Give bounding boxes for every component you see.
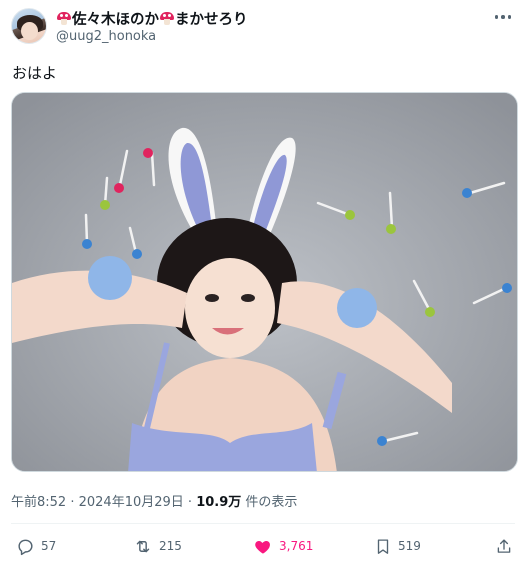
avatar-face (21, 22, 38, 40)
reply-icon (18, 539, 33, 555)
like-count: 3,761 (279, 539, 314, 553)
retweet-button[interactable]: 215 (133, 532, 182, 560)
reply-count: 57 (41, 539, 57, 553)
tweet-photo[interactable] (11, 92, 518, 472)
bookmark-button[interactable]: 519 (374, 532, 421, 560)
divider (11, 523, 515, 524)
like-button[interactable]: 3,761 (253, 532, 313, 560)
more-dot-icon (494, 15, 499, 19)
avatar[interactable] (11, 8, 47, 44)
meta-separator: · (66, 495, 79, 510)
retweet-icon (136, 540, 150, 552)
user-handle[interactable]: @uug2_honoka (56, 29, 156, 44)
tweet-date[interactable]: 2024年10月29日 (79, 495, 184, 510)
tweet-time[interactable]: 午前8:52 (11, 495, 66, 510)
display-name[interactable]: 佐々木ほのか (72, 8, 159, 29)
more-dot-icon (507, 15, 512, 19)
bookmark-count: 519 (398, 539, 421, 553)
photo-illustration (12, 93, 517, 471)
share-button[interactable] (495, 532, 513, 560)
heart-filled-icon (255, 540, 270, 554)
bookmark-icon (377, 538, 389, 554)
meta-separator: · (183, 495, 197, 510)
mushroom-icon (160, 11, 174, 25)
more-options-button[interactable] (492, 6, 514, 28)
tweet-text: おはよ (12, 64, 58, 82)
retweet-count: 215 (159, 539, 182, 553)
views-label: 件の表示 (241, 495, 298, 510)
display-name-row[interactable]: 佐々木ほのか まかせろり (56, 8, 248, 28)
reply-button[interactable]: 57 (16, 532, 56, 560)
mushroom-icon (57, 11, 71, 25)
share-icon (497, 538, 511, 553)
more-dot-icon (501, 15, 505, 19)
views-count[interactable]: 10.9万 (196, 495, 241, 510)
action-bar: 57 215 3,761 519 (0, 532, 526, 560)
tweet-meta: 午前8:52 · 2024年10月29日 · 10.9万 件の表示 (11, 491, 297, 510)
display-name-suffix[interactable]: まかせろり (175, 8, 248, 29)
